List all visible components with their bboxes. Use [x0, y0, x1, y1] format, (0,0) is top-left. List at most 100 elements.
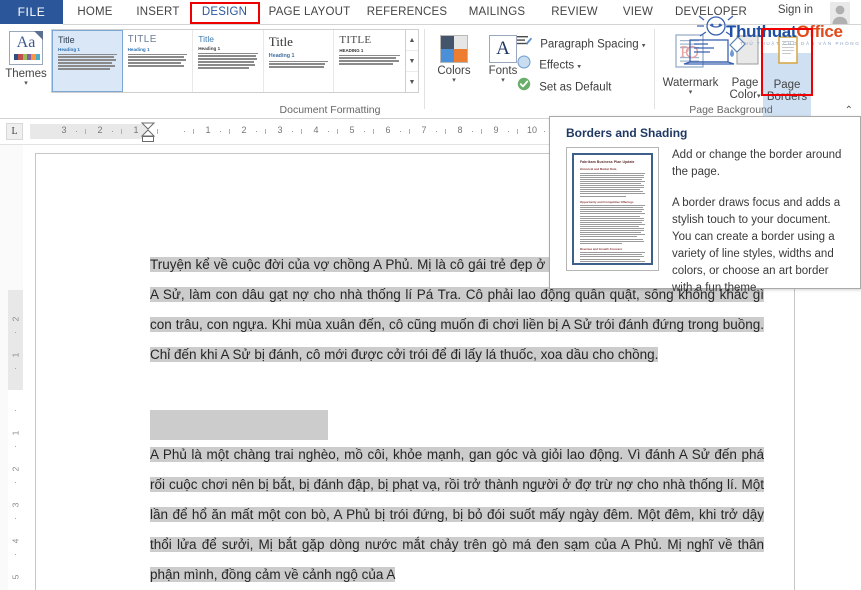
collapse-ribbon-chevron-icon[interactable]: ⌃ [845, 105, 853, 116]
group-label-page-background: Page Background [656, 104, 806, 116]
borders-and-shading-tooltip: Borders and Shading Fabrikam Business Pl… [549, 116, 861, 289]
theme-colors-button[interactable]: Colors ▾ [431, 29, 477, 97]
theme-fonts-icon: A [489, 35, 517, 63]
style-set-item[interactable]: Title Heading 1 [264, 30, 335, 92]
page-borders-highlight [761, 28, 813, 96]
tab-file[interactable]: FILE [0, 0, 63, 24]
gallery-scroll-up-icon[interactable]: ▲ [406, 30, 418, 51]
set-as-default-label: Set as Default [539, 82, 611, 94]
style-set-preview-lines [269, 61, 329, 68]
vruler-top-margin [8, 290, 23, 390]
ruler-number: 6 [382, 125, 394, 135]
themes-label: Themes [3, 68, 49, 80]
paragraph-spacing-icon [517, 34, 532, 55]
style-set-item[interactable]: Title Heading 1 [52, 30, 123, 92]
vruler-number: 4 [11, 534, 21, 549]
group-separator [654, 29, 655, 109]
style-set-heading: Heading 1 [269, 53, 329, 59]
theme-colors-label: Colors [431, 65, 477, 77]
paragraph-spacing-button[interactable]: Paragraph Spacing ▾ [517, 34, 645, 53]
page-color-dropdown-arrow[interactable]: ▾ [757, 93, 761, 100]
vruler-number: 1 [11, 348, 21, 363]
person-avatar-icon [821, 2, 855, 24]
thumbnail-subheading: Opportunity and Competitive Offerings [580, 200, 645, 204]
style-set-item[interactable]: Title Heading 1 [193, 30, 264, 92]
style-set-title: TITLE [339, 34, 400, 46]
watermark-button[interactable]: P Watermark ▾ [658, 27, 723, 96]
paragraph-spacing-dropdown-arrow[interactable]: ▾ [642, 43, 646, 50]
tab-review[interactable]: REVIEW [539, 0, 610, 24]
watermark-dropdown-arrow[interactable]: ▾ [658, 89, 723, 96]
document-formatting-gallery[interactable]: Title Heading 1 TITLE Heading 1 Title He… [51, 29, 406, 93]
thumbnail-subheading: Historical and Market Data [580, 167, 645, 171]
gallery-scroll-down-icon[interactable]: ▼ [406, 51, 418, 72]
style-set-title: Title [58, 35, 117, 45]
thumbnail-subheading: Revenue and Growth Forecast [580, 247, 645, 251]
left-tab-stop-icon[interactable]: L [6, 123, 23, 140]
tooltip-body: Add or change the border around the page… [672, 147, 852, 311]
set-as-default-button[interactable]: Set as Default [517, 77, 611, 96]
tooltip-title: Borders and Shading [566, 126, 687, 140]
style-set-heading: Heading 1 [58, 47, 117, 52]
tab-mailings[interactable]: MAILINGS [455, 0, 539, 24]
paragraph-spacing-label: Paragraph Spacing [540, 39, 638, 51]
svg-text:P: P [680, 42, 689, 61]
watermark-label: Watermark [658, 77, 723, 89]
ruler-number: 2 [238, 125, 250, 135]
theme-colors-icon [440, 35, 468, 63]
themes-aa-icon: Aa [9, 31, 43, 65]
ribbon-tab-bar: FILE HOME INSERT DESIGN PAGE LAYOUT REFE… [0, 0, 861, 24]
ruler-number: 8 [454, 125, 466, 135]
tab-insert[interactable]: INSERT [127, 0, 189, 24]
group-separator [424, 29, 425, 109]
style-set-preview-lines [339, 55, 400, 65]
thumbnail-lines [580, 173, 645, 197]
vertical-ruler[interactable]: 2 1 1 2 3 4 5 6 7 8 [8, 290, 23, 590]
sign-in-link[interactable]: Sign in [778, 4, 813, 16]
style-set-item[interactable]: TITLE Heading 1 [123, 30, 194, 92]
tab-page-layout[interactable]: PAGE LAYOUT [260, 0, 359, 24]
ruler-number: 4 [310, 125, 322, 135]
style-set-heading: Heading 1 [128, 47, 188, 52]
ruler-number: 1 [202, 125, 214, 135]
style-set-heading: Heading 1 [198, 46, 258, 51]
ruler-number: 7 [418, 125, 430, 135]
tab-developer[interactable]: DEVELOPER [666, 0, 756, 24]
tooltip-paragraph-2: A border draws focus and adds a stylish … [672, 195, 852, 297]
tab-view[interactable]: VIEW [610, 0, 666, 24]
thumbnail-lines [580, 252, 645, 265]
ruler-number: 9 [490, 125, 502, 135]
check-circle-icon [517, 77, 531, 98]
effects-dropdown-arrow[interactable]: ▾ [577, 64, 581, 71]
ruler-number: 10 [526, 125, 538, 135]
style-set-title: Title [269, 34, 329, 50]
first-line-indent-marker[interactable] [140, 122, 156, 142]
gallery-scroll-buttons[interactable]: ▲ ▼ ▼ [406, 29, 419, 93]
paragraph-2-text: A Phủ là một chàng trai nghèo, mồ côi, k… [150, 447, 764, 582]
effects-circle-icon [517, 55, 531, 76]
style-set-heading: HEADING 1 [339, 48, 400, 53]
style-set-title: TITLE [128, 34, 188, 45]
ruler-number: 3 [58, 125, 70, 135]
vruler-number: 3 [11, 498, 21, 513]
paragraph-2[interactable]: A Phủ là một chàng trai nghèo, mồ côi, k… [150, 440, 764, 590]
document-preview-thumbnail: Fabrikam Business Plan Update Historical… [566, 147, 659, 271]
vruler-number: 2 [11, 312, 21, 327]
avatar[interactable] [821, 2, 855, 24]
ruler-number: 5 [346, 125, 358, 135]
style-set-preview-lines [198, 53, 258, 69]
thumbnail-lines [580, 205, 645, 244]
theme-colors-dropdown-arrow[interactable]: ▾ [431, 77, 477, 84]
page-color-label-line1: Page [724, 77, 766, 89]
style-set-item[interactable]: TITLE HEADING 1 [334, 30, 405, 92]
themes-dropdown-arrow[interactable]: ▾ [3, 80, 49, 87]
watermark-icon: P [658, 27, 723, 77]
group-label-document-formatting: Document Formatting [245, 104, 415, 116]
themes-button[interactable]: Aa Themes ▾ [3, 27, 49, 99]
effects-button[interactable]: Effects ▾ [517, 55, 581, 74]
gallery-more-icon[interactable]: ▼ [406, 72, 418, 92]
page-color-label-line2: Color [730, 89, 757, 101]
tab-references[interactable]: REFERENCES [359, 0, 455, 24]
tab-home[interactable]: HOME [63, 0, 127, 24]
design-tab-highlight [190, 2, 260, 24]
